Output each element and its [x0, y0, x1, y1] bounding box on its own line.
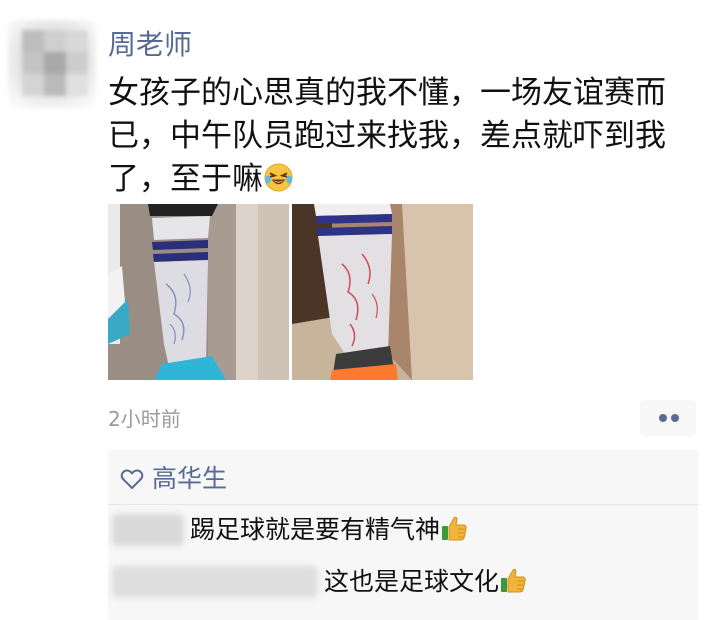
photo-sock-2[interactable]: [292, 204, 473, 380]
avatar[interactable]: [8, 20, 96, 108]
content-line-last: 了，至于嘛: [108, 158, 678, 201]
comment-text: 踢足球就是要有精气神: [190, 515, 441, 544]
post-timestamp: 2小时前: [108, 407, 181, 431]
comment-item[interactable]: 踢足球就是要有精气神: [108, 510, 698, 550]
liker-name[interactable]: 高华生: [152, 463, 227, 495]
content-line: 女孩子的心思真的我不懂，一场友谊赛而: [108, 75, 666, 111]
photo-sock-1[interactable]: [108, 204, 289, 380]
comment-text-wrap: 这也是足球文化: [324, 564, 527, 600]
two-dots-icon: [659, 414, 667, 422]
post-content: 女孩子的心思真的我不懂，一场友谊赛而 已，中午队员跑过来找我，差点就吓到我 了，…: [108, 72, 678, 201]
heart-outline-icon: [120, 469, 144, 489]
content-line: 已，中午队员跑过来找我，差点就吓到我: [108, 118, 666, 154]
comment-item[interactable]: 这也是足球文化: [108, 562, 698, 602]
two-dots-icon: [671, 414, 679, 422]
more-options-button[interactable]: [640, 400, 696, 436]
moments-post: 周老师 女孩子的心思真的我不懂，一场友谊赛而 已，中午队员跑过来找我，差点就吓到…: [0, 0, 720, 620]
thumbs-up-emoji: [442, 516, 467, 541]
laughing-crying-emoji: [264, 163, 293, 192]
likes-comments-panel: 高华生 踢足球就是要有精气神 这也是足球文化: [108, 450, 698, 620]
thumbs-up-emoji: [501, 568, 526, 593]
likes-row: 高华生: [120, 462, 227, 496]
divider: [108, 504, 698, 505]
comment-text: 这也是足球文化: [324, 567, 500, 596]
comment-text-wrap: 踢足球就是要有精气神: [190, 512, 468, 548]
content-line-text: 了，至于嘛: [108, 161, 263, 197]
author-name[interactable]: 周老师: [108, 27, 192, 63]
commenter-name-blurred[interactable]: [112, 566, 318, 598]
commenter-name-blurred[interactable]: [112, 514, 184, 546]
